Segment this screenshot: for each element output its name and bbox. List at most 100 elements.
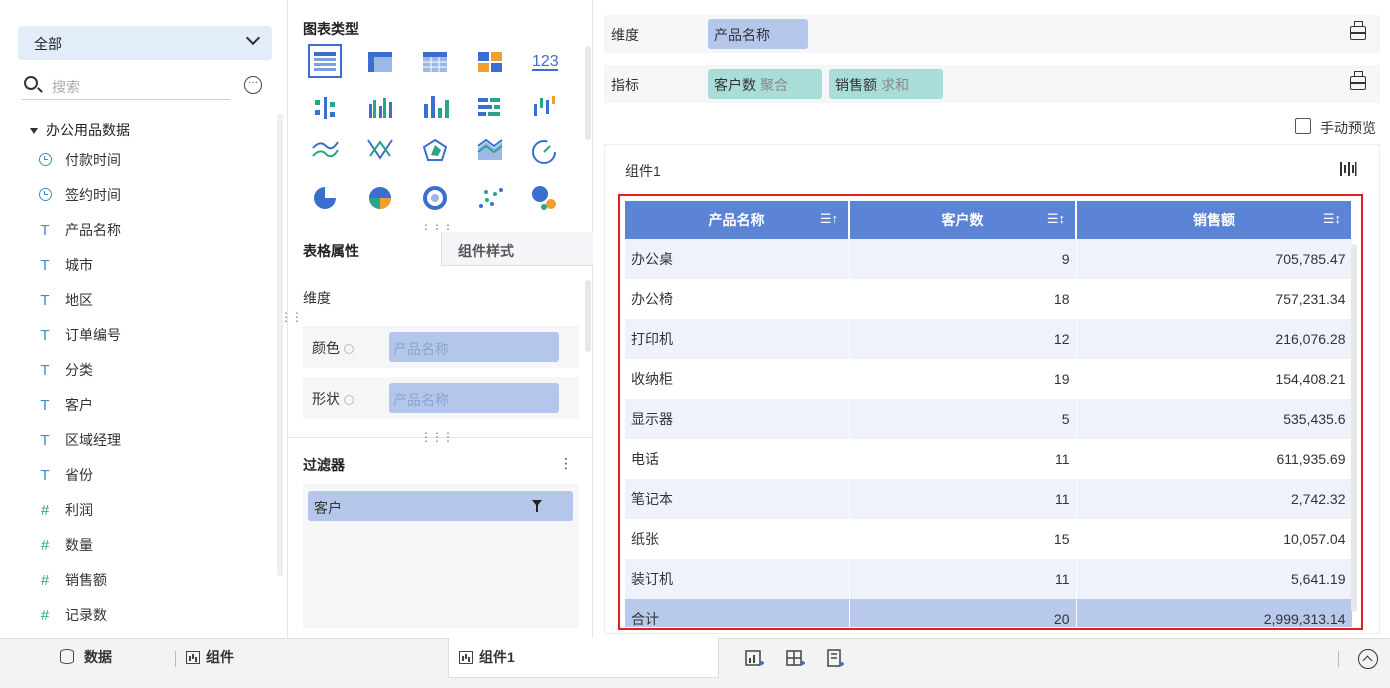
grouped-bar-chart-icon[interactable] [369,98,392,118]
filter-more-icon[interactable]: ⋮ [559,455,573,472]
line-chart-icon[interactable] [312,141,339,158]
scrollbar[interactable] [277,114,283,576]
dot-bar-chart-icon[interactable] [315,97,335,119]
number-type-icon: # [40,502,50,519]
filter-funnel-icon[interactable] [531,499,543,513]
tab-label: 组件1 [479,649,515,665]
kpi-card-icon[interactable] [478,52,502,72]
table-row[interactable]: 笔记本 11 2,742.32 [625,479,1352,519]
add-report-icon[interactable] [826,649,846,669]
settings-icon[interactable] [344,395,354,405]
lock-icon[interactable] [1350,71,1366,90]
add-layout-icon[interactable] [786,649,806,669]
dataset-label: 办公用品数据 [46,122,130,138]
table-row[interactable]: 打印机 12 216,076.28 [625,319,1352,359]
table-row[interactable]: 显示器 5 535,435.6 [625,399,1352,439]
table-row[interactable]: 办公桌 9 705,785.47 [625,239,1352,279]
cell-sales: 757,231.34 [1076,279,1352,319]
collapse-up-icon[interactable] [1358,649,1378,669]
data-table: 产品名称 ☰↑ 客户数 ☰↕ 销售额 ☰↕ 办公桌 9 705,785.47 办公椅 18 75… [625,201,1352,627]
column-header[interactable]: 销售额 ☰↕ [1076,201,1352,239]
divider [175,651,176,667]
more-options-icon[interactable]: ··· [244,76,262,94]
donut-chart-icon[interactable] [423,186,447,210]
dataset-node[interactable]: 办公用品数据 [30,120,130,140]
number-card-icon[interactable]: 123 [532,53,559,71]
field-item[interactable]: 付款时间 [36,150,121,172]
lock-icon[interactable] [1350,21,1366,40]
field-item[interactable]: # 数量 [36,535,93,557]
shape-drop-field[interactable]: 产品名称 [389,383,559,413]
color-drop-field[interactable]: 产品名称 [389,332,559,362]
bubble-chart-icon[interactable] [532,186,556,210]
table-row[interactable]: 办公椅 18 757,231.34 [625,279,1352,319]
table-header-row: 产品名称 ☰↑ 客户数 ☰↕ 销售额 ☰↕ [625,201,1352,239]
tab-table-properties[interactable]: 表格属性 [288,232,441,266]
column-header[interactable]: 产品名称 ☰↑ [625,201,850,239]
pie-chart-icon[interactable] [314,187,336,209]
scatter-chart-icon[interactable] [479,188,503,208]
search-input[interactable]: 搜索 [22,72,230,100]
tab-component1[interactable]: 组件1 [448,638,719,678]
field-label: 分类 [65,362,93,378]
crosstab-chart-icon[interactable] [368,52,392,72]
number-type-icon: # [40,607,50,624]
detail-table-icon[interactable] [423,52,447,72]
bar-chart-icon[interactable] [424,96,449,118]
radar-chart-icon[interactable] [422,138,448,161]
multi-pie-icon[interactable] [369,187,391,209]
field-item[interactable]: T 城市 [36,255,93,277]
header-label: 客户数 [941,212,984,228]
color-property: 颜色 产品名称 [303,326,579,368]
table-scrollbar[interactable] [1351,244,1357,612]
radar-line-icon[interactable] [367,139,393,160]
scrollbar[interactable] [585,46,591,140]
dataset-dropdown[interactable]: 全部 [18,26,272,60]
horizontal-bar-icon[interactable] [478,98,500,116]
field-item[interactable]: # 记录数 [36,605,107,627]
tab-label: 表格属性 [303,243,359,259]
field-label: 数量 [65,537,93,553]
metric-chip-customers[interactable]: 客户数 聚合 [708,69,822,99]
field-item[interactable]: # 利润 [36,500,93,522]
text-type-icon: T [40,327,50,344]
tab-component-style[interactable]: 组件样式 [441,232,593,266]
dimension-chip[interactable]: 产品名称 [708,19,808,49]
add-component-icon[interactable] [745,649,765,669]
table-chart-icon[interactable] [308,44,342,78]
field-item[interactable]: T 地区 [36,290,93,312]
scrollbar[interactable] [585,280,591,352]
field-item[interactable]: 签约时间 [36,185,121,207]
field-item[interactable]: T 省份 [36,465,93,487]
tab-components[interactable]: 组件 [186,647,234,679]
filter-item-label: 客户 [314,500,342,516]
field-item[interactable]: T 订单编号 [36,325,121,347]
field-item[interactable]: T 分类 [36,360,93,382]
field-item[interactable]: T 产品名称 [36,220,121,242]
sort-asc-icon[interactable]: ☰↑ [820,211,838,227]
filter-item[interactable]: 客户 [308,491,573,521]
table-row[interactable]: 电话 11 611,935.69 [625,439,1352,479]
cell-product: 收纳柜 [625,359,850,399]
column-header[interactable]: 客户数 ☰↕ [849,201,1077,239]
area-chart-icon[interactable] [477,138,503,160]
text-type-icon: T [40,397,50,414]
table-row[interactable]: 收纳柜 19 154,408.21 [625,359,1352,399]
sort-icon[interactable]: ☰↕ [1047,211,1065,227]
sort-icon[interactable]: ☰↕ [1323,211,1341,227]
metric-chip-sales[interactable]: 销售额 求和 [829,69,943,99]
tab-data[interactable]: 数据 [60,647,112,679]
field-label: 销售额 [65,572,107,588]
field-item[interactable]: T 客户 [36,395,93,417]
manual-preview-checkbox[interactable] [1295,118,1311,134]
table-row[interactable]: 装订机 11 5,641.19 [625,559,1352,599]
field-item[interactable]: # 销售额 [36,570,107,592]
header-label: 产品名称 [708,212,765,228]
resize-handle-icon[interactable]: ⋮⋮⋮ [420,430,454,444]
table-row[interactable]: 纸张 15 10,057.04 [625,519,1352,559]
waterfall-chart-icon[interactable] [534,96,555,116]
barcode-icon[interactable] [1339,161,1357,177]
field-item[interactable]: T 区域经理 [36,430,121,452]
gauge-chart-icon[interactable] [532,140,556,164]
settings-icon[interactable] [344,344,354,354]
